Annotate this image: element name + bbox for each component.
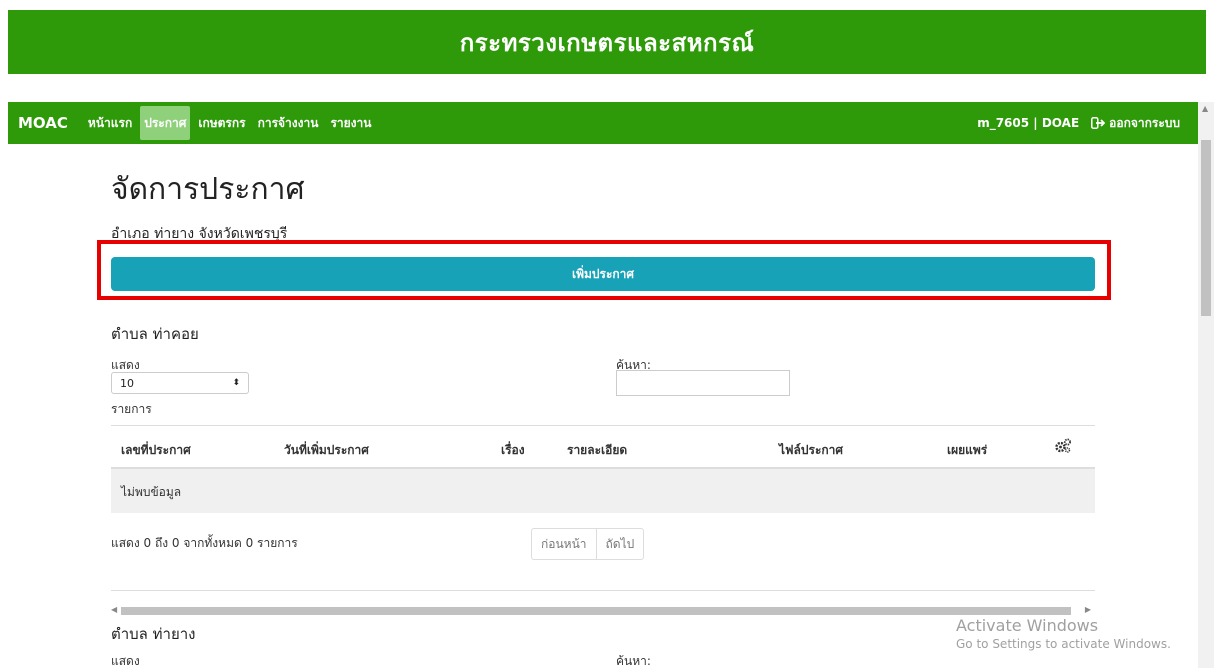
- nav-item-farmer[interactable]: เกษตรกร: [194, 106, 249, 140]
- horizontal-scroll-thumb[interactable]: [121, 607, 1071, 615]
- ministry-title: กระทรวงเกษตรและสหกรณ์: [459, 28, 755, 57]
- scroll-up-icon[interactable]: ▲: [1202, 104, 1208, 113]
- section-tha-khoi: ตำบล ท่าคอย แสดง 10 ⬍ รายการ ค้นหา:: [111, 322, 1095, 416]
- nav-item-home[interactable]: หน้าแรก: [84, 106, 136, 140]
- pagination: ก่อนหน้า ถัดไป: [531, 528, 645, 560]
- table-row: ไม่พบข้อมูล: [111, 469, 1095, 513]
- col-publish[interactable]: เผยแพร่: [947, 441, 987, 460]
- col-detail[interactable]: รายละเอียด: [567, 441, 627, 460]
- section-title: ตำบล ท่าคอย: [111, 325, 199, 343]
- navbar: MOAC หน้าแรก ประกาศ เกษตรกร การจ้างงาน ร…: [8, 102, 1198, 144]
- entries-label: รายการ: [111, 402, 152, 416]
- nav-item-employment[interactable]: การจ้างงาน: [254, 106, 323, 140]
- logout-link[interactable]: ออกจากระบบ: [1091, 114, 1180, 133]
- vertical-scrollbar[interactable]: ▲: [1198, 102, 1214, 668]
- vertical-scroll-thumb[interactable]: [1201, 140, 1211, 316]
- brand-link[interactable]: MOAC: [18, 114, 68, 132]
- activate-windows-watermark: Activate Windows Go to Settings to activ…: [956, 616, 1171, 651]
- table-info: แสดง 0 ถึง 0 จากทั้งหมด 0 รายการ: [111, 536, 298, 550]
- nav-right: m_7605 | DOAE ออกจากระบบ: [977, 102, 1180, 144]
- nav-item-report[interactable]: รายงาน: [326, 106, 375, 140]
- top-banner: กระทรวงเกษตรและสหกรณ์: [8, 10, 1206, 74]
- gears-icon[interactable]: [1054, 438, 1072, 458]
- table-header: เลขที่ประกาศ วันที่เพิ่มประกาศ เรื่อง รา…: [111, 425, 1095, 469]
- user-info[interactable]: m_7605 | DOAE: [977, 116, 1079, 130]
- watermark-line-2: Go to Settings to activate Windows.: [956, 637, 1171, 651]
- logout-icon: [1091, 117, 1106, 129]
- section-tha-yang: ตำบล ท่ายาง แสดง ค้นหา:: [111, 622, 1095, 668]
- scroll-left-icon[interactable]: ◀: [111, 605, 117, 614]
- add-announcement-button[interactable]: เพิ่มประกาศ: [111, 257, 1095, 291]
- page-length-select[interactable]: 10 ⬍: [111, 372, 249, 394]
- logout-label: ออกจากระบบ: [1109, 115, 1180, 130]
- col-subject[interactable]: เรื่อง: [501, 441, 525, 460]
- main-content: จัดการประกาศ อำเภอ ท่ายาง จังหวัดเพชรบุร…: [97, 144, 1111, 668]
- col-date-added[interactable]: วันที่เพิ่มประกาศ: [284, 441, 369, 460]
- announcement-table: เลขที่ประกาศ วันที่เพิ่มประกาศ เรื่อง รา…: [111, 425, 1095, 513]
- nav-item-announcement[interactable]: ประกาศ: [140, 106, 191, 140]
- page-title: จัดการประกาศ: [111, 172, 305, 207]
- empty-message: ไม่พบข้อมูล: [121, 485, 182, 499]
- section-divider: [111, 590, 1095, 591]
- search-label: ค้นหา:: [616, 654, 651, 668]
- search-input[interactable]: [616, 370, 790, 396]
- next-button[interactable]: ถัดไป: [595, 529, 644, 559]
- page-length-value: 10: [120, 376, 134, 390]
- select-arrows-icon: ⬍: [232, 378, 240, 388]
- col-file[interactable]: ไฟล์ประกาศ: [779, 441, 843, 460]
- watermark-line-1: Activate Windows: [956, 616, 1099, 635]
- prev-button[interactable]: ก่อนหน้า: [532, 529, 596, 559]
- show-label: แสดง: [111, 654, 140, 668]
- section-title: ตำบล ท่ายาง: [111, 625, 196, 643]
- col-announcement-no[interactable]: เลขที่ประกาศ: [121, 441, 191, 460]
- horizontal-scrollbar[interactable]: ◀ ▶: [111, 604, 1095, 618]
- scroll-right-icon[interactable]: ▶: [1085, 605, 1091, 614]
